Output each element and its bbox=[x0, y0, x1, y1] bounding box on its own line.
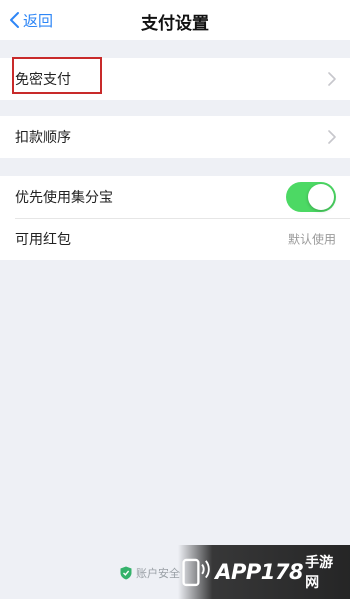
row-deduction-order[interactable]: 扣款顺序 bbox=[0, 116, 350, 158]
watermark: APP178 手游网 bbox=[178, 545, 350, 599]
row-available-red-packet[interactable]: 可用红包 默认使用 bbox=[0, 218, 350, 260]
settings-group-preferences: 优先使用集分宝 可用红包 默认使用 bbox=[0, 176, 350, 260]
account-security-note: 账户安全 bbox=[120, 565, 180, 581]
settings-group-deduction-order: 扣款顺序 bbox=[0, 116, 350, 158]
phone-signal-logo-icon bbox=[182, 558, 210, 587]
row-label: 优先使用集分宝 bbox=[15, 190, 113, 206]
row-value: 默认使用 bbox=[287, 232, 336, 247]
page-title: 支付设置 bbox=[141, 14, 209, 34]
row-label: 免密支付 bbox=[15, 72, 71, 88]
toggle-knob bbox=[308, 184, 334, 210]
shield-check-icon bbox=[120, 566, 132, 580]
prefer-jifenbao-toggle[interactable] bbox=[286, 182, 336, 212]
settings-group-password-free: 免密支付 bbox=[0, 58, 350, 100]
row-label: 可用红包 bbox=[15, 232, 71, 248]
footer-note-text: 账户安全 bbox=[136, 567, 180, 580]
row-prefer-jifenbao: 优先使用集分宝 bbox=[0, 176, 350, 218]
row-label: 扣款顺序 bbox=[15, 130, 71, 146]
watermark-brand: APP178 bbox=[215, 560, 304, 584]
row-password-free-payment[interactable]: 免密支付 bbox=[0, 58, 350, 100]
navigation-bar: 返回 支付设置 bbox=[0, 0, 350, 40]
watermark-suffix: 手游网 bbox=[305, 555, 334, 591]
chevron-right-icon bbox=[328, 130, 336, 144]
chevron-right-icon bbox=[328, 72, 336, 86]
